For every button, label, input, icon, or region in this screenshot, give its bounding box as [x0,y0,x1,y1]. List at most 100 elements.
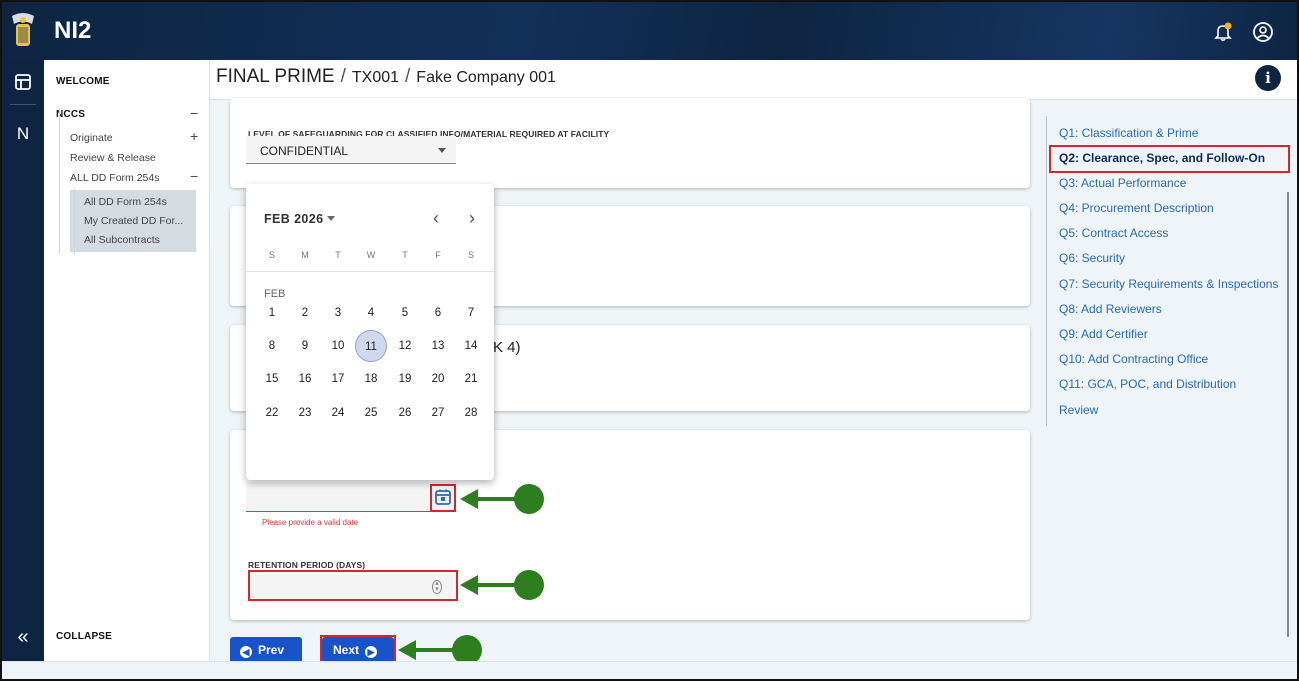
retention-input-highlight [248,570,458,601]
calendar-day[interactable]: 13 [422,330,454,362]
sidebar-submenu: All DD Form 254s My Created DD For... Al… [70,190,196,252]
calendar-day[interactable]: 28 [455,397,487,429]
chevron-down-icon [438,148,446,153]
breadcrumb: FINAL PRIME / TX001/Fake Company 001 [216,66,556,87]
calendar-day[interactable]: 24 [322,397,354,429]
sidebar-subitem-my-created[interactable]: My Created DD For... [84,215,183,227]
app-frame: NI2 N « WELCOME NCCS − Originate + Revie… [0,0,1299,681]
question-nav-item[interactable]: Q11: GCA, POC, and Distribution [1059,377,1236,391]
retention-label: RETENTION PERIOD (DAYS) [248,560,366,570]
prev-button[interactable]: ◀ Prev [230,637,302,663]
app-title[interactable]: NI2 [54,17,91,45]
question-nav-item[interactable]: Review [1059,403,1098,417]
question-nav-item[interactable]: Q4: Procurement Description [1059,201,1214,215]
question-nav-item[interactable]: Q2: Clearance, Spec, and Follow-On [1059,151,1265,165]
question-nav-line [1046,116,1047,426]
user-account-icon[interactable] [1252,21,1274,43]
calendar-day[interactable]: 27 [422,397,454,429]
calendar-day[interactable]: 21 [455,363,487,395]
date-input[interactable] [246,482,456,512]
question-nav-item[interactable]: Q5: Contract Access [1059,226,1168,240]
calendar-weekday: S [268,250,275,260]
breadcrumb-tx001[interactable]: TX001 [352,69,399,86]
next-button[interactable]: Next ▶ [322,637,394,663]
date-picker-popup: FEB 2026 ‹ › SMTWTFS FEB 1 2 3 4 5 6 7 8 9 10 11 12… [246,184,494,480]
sidebar-welcome[interactable]: WELCOME [56,76,110,87]
calendar-month-selector[interactable]: FEB 2026 [264,212,336,226]
calendar-day[interactable]: 10 [322,330,354,362]
calendar-day-today[interactable]: 11 [355,330,387,362]
arrow-left-circle-icon: ◀ [240,646,252,658]
chevron-down-icon [327,216,336,221]
footer-bar [2,661,1297,679]
calendar-prev-icon[interactable]: ‹ [433,208,439,229]
calendar-weekday: T [335,250,341,260]
calendar-day[interactable]: 3 [322,297,354,329]
question-nav-item[interactable]: Q7: Security Requirements & Inspections [1059,277,1278,291]
sidebar-tree-line [59,108,60,254]
calendar-day[interactable]: 12 [389,330,421,362]
nccs-toggle-icon[interactable]: − [190,105,198,121]
all-dd-toggle-icon[interactable]: − [190,168,198,184]
calendar-day[interactable]: 4 [355,297,387,329]
sidebar-item-all-dd[interactable]: ALL DD Form 254s [70,172,159,184]
breadcrumb-company: Fake Company 001 [416,69,556,86]
sidebar-collapse[interactable]: COLLAPSE [56,631,112,642]
notification-bell-icon[interactable] [1213,22,1233,42]
calendar-day[interactable]: 18 [355,363,387,395]
question-nav-item[interactable]: Q9: Add Certifier [1059,327,1148,341]
sidebar-subitem-subcontracts[interactable]: All Subcontracts [84,234,160,246]
question-nav-item[interactable]: Q3: Actual Performance [1059,176,1186,190]
question-nav-item[interactable]: Q10: Add Contracting Office [1059,352,1208,366]
calendar-next-icon[interactable]: › [469,208,475,229]
calendar-day[interactable]: 1 [256,297,288,329]
sidebar-item-review-release[interactable]: Review & Release [70,152,156,164]
calendar-weekday: W [366,250,376,260]
calendar-day[interactable]: 20 [422,363,454,395]
calendar-day[interactable]: 17 [322,363,354,395]
sidebar-subtree-line [74,188,75,254]
rail-n-item[interactable]: N [13,124,33,144]
safeguarding-card: LEVEL OF SAFEGUARDING FOR CLASSIFIED INF… [230,98,1030,188]
calendar-day[interactable]: 25 [355,397,387,429]
sidebar-nccs[interactable]: NCCS [56,109,85,120]
sidebar: WELCOME NCCS − Originate + Review & Rele… [44,60,210,662]
calendar-day[interactable]: 6 [422,297,454,329]
question-nav-item[interactable]: Q8: Add Reviewers [1059,302,1162,316]
annotation-arrow-calendar [460,484,546,514]
calendar-day[interactable]: 19 [389,363,421,395]
calendar-day[interactable]: 5 [389,297,421,329]
calendar-icon-highlight [430,484,456,512]
calendar-day[interactable]: 15 [256,363,288,395]
collapse-icon[interactable]: « [13,627,33,647]
calendar-weekday: F [435,250,441,260]
date-error-text: Please provide a valid date [262,518,359,527]
calendar-day[interactable]: 7 [455,297,487,329]
calendar-day[interactable]: 16 [289,363,321,395]
calendar-day[interactable]: 9 [289,330,321,362]
info-icon[interactable]: i [1255,65,1281,91]
question-nav: Q1: Classification & Prime Q2: Clearance,… [1046,100,1297,660]
calendar-day[interactable]: 23 [289,397,321,429]
next-button-label: Next [333,643,360,657]
safeguarding-select-value: CONFIDENTIAL [260,144,349,158]
left-rail: N « [2,60,44,679]
layout-icon[interactable] [13,72,33,92]
calendar-day[interactable]: 14 [455,330,487,362]
question-nav-item[interactable]: Q1: Classification & Prime [1059,126,1198,140]
originate-toggle-icon[interactable]: + [190,128,198,144]
calendar-weekday: S [467,250,474,260]
scrollbar[interactable] [1287,192,1289,637]
breadcrumb-final-prime[interactable]: FINAL PRIME [216,66,335,87]
question-nav-item[interactable]: Q6: Security [1059,251,1125,265]
sidebar-item-originate[interactable]: Originate [70,132,113,144]
calendar-day[interactable]: 2 [289,297,321,329]
safeguarding-select[interactable]: CONFIDENTIAL [246,136,456,164]
calendar-day[interactable]: 26 [389,397,421,429]
card-3-partial-text: K 4) [493,339,521,356]
agency-seal-logo [12,13,34,46]
calendar-divider [246,271,494,272]
calendar-day[interactable]: 8 [256,330,288,362]
sidebar-subitem-all-dd[interactable]: All DD Form 254s [84,196,167,208]
calendar-day[interactable]: 22 [256,397,288,429]
